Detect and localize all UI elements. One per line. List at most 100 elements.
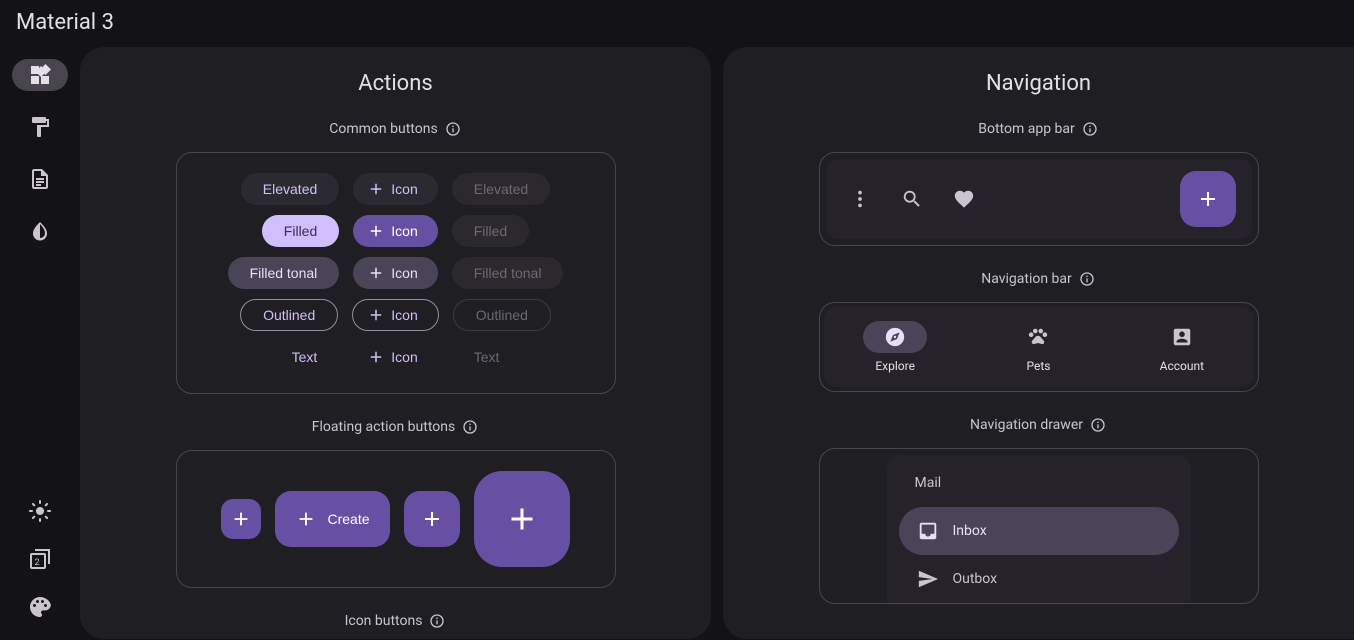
format-paint-icon [28,115,52,139]
info-icon[interactable] [461,418,479,436]
nav-drawer-text: Navigation drawer [970,417,1083,433]
nav-item-account[interactable]: Account [1150,321,1214,373]
info-icon[interactable] [1081,120,1099,138]
text-icon-button[interactable]: Icon [353,341,437,373]
search-icon[interactable] [894,181,930,217]
drawer-item-label: Inbox [953,523,987,539]
filter-2-icon: 2 [28,547,52,571]
info-icon[interactable] [444,120,462,138]
palette-icon [28,595,52,619]
more-vert-icon[interactable] [842,181,878,217]
fab-medium[interactable] [404,491,460,547]
nav-item-label: Pets [1026,359,1050,373]
elevated-button[interactable]: Elevated [241,173,339,205]
plus-icon [504,501,540,537]
drawer-item-outbox[interactable]: Outbox [899,555,1179,603]
nav-item-label: Explore [875,359,915,373]
plus-icon [1196,187,1220,211]
bottom-app-bar-card [819,152,1259,246]
fab-small[interactable] [221,499,261,539]
nav-item-explore[interactable]: Explore [863,321,927,373]
sidebar-item-palette[interactable] [12,591,68,623]
svg-text:2: 2 [35,558,40,568]
filled-icon-label: Icon [391,223,417,239]
pets-icon [1027,326,1049,348]
outlined-icon-button[interactable]: Icon [352,299,438,331]
sidebar-item-components[interactable] [12,59,68,91]
outlined-disabled-button: Outlined [453,299,551,331]
text-icon-label: Icon [391,349,417,365]
app-title: Material 3 [0,0,1354,35]
favorite-icon[interactable] [946,181,982,217]
tonal-icon-label: Icon [391,265,417,281]
bottom-app-bar-text: Bottom app bar [978,121,1075,137]
panel-actions: Actions Common buttons Elevated Icon Ele… [80,47,711,639]
section-bottom-app-bar-label: Bottom app bar [747,120,1330,138]
plus-icon [230,508,252,530]
text-disabled-button: Text [452,341,522,373]
invert-colors-icon [28,219,52,243]
panel-title-actions: Actions [104,71,687,96]
fab-extended[interactable]: Create [275,491,389,547]
elevated-disabled-button: Elevated [452,173,550,205]
outlined-button[interactable]: Outlined [240,299,338,331]
nav-bar-card: Explore Pets Account [819,302,1259,392]
section-nav-drawer-label: Navigation drawer [747,416,1330,434]
explore-icon [884,326,906,348]
sidebar-item-m2[interactable]: 2 [12,543,68,575]
elevated-icon-label: Icon [391,181,417,197]
plus-icon [367,348,385,366]
nav-drawer-card: Mail Inbox Outbox [819,448,1259,604]
plus-icon [367,264,385,282]
nav-bar-text: Navigation bar [981,271,1072,287]
common-buttons-text: Common buttons [329,121,437,137]
common-buttons-card: Elevated Icon Elevated Filled Icon Fille… [176,152,616,394]
section-icon-buttons-label: Icon buttons [104,612,687,630]
navigation-bar: Explore Pets Account [824,307,1254,387]
sidebar-item-typography[interactable] [12,111,68,143]
info-icon[interactable] [428,612,446,630]
inbox-icon [917,520,939,542]
section-common-buttons-label: Common buttons [104,120,687,138]
filled-icon-button[interactable]: Icon [353,215,437,247]
plus-icon [367,222,385,240]
sidebar-item-brightness[interactable] [12,495,68,527]
sidebar-item-contrast[interactable] [12,215,68,247]
drawer-heading: Mail [899,475,1179,507]
icon-buttons-text: Icon buttons [345,613,423,629]
sidebar: 2 [0,35,80,639]
send-icon [917,568,939,590]
fab-extended-label: Create [327,511,369,527]
plus-icon [420,507,444,531]
tonal-button[interactable]: Filled tonal [228,257,340,289]
panel-navigation: Navigation Bottom app bar Navigation bar [723,47,1354,639]
elevated-icon-button[interactable]: Icon [353,173,437,205]
tonal-disabled-button: Filled tonal [452,257,564,289]
text-snippet-icon [28,167,52,191]
outlined-icon-label: Icon [391,307,417,323]
sidebar-item-docs[interactable] [12,163,68,195]
plus-icon [295,508,317,530]
filled-disabled-button: Filled [452,215,529,247]
section-fab-label: Floating action buttons [104,418,687,436]
fab-large[interactable] [474,471,570,567]
account-box-icon [1171,326,1193,348]
panel-title-navigation: Navigation [747,71,1330,96]
drawer-item-inbox[interactable]: Inbox [899,507,1179,555]
info-icon[interactable] [1078,270,1096,288]
drawer-item-label: Outbox [953,571,998,587]
section-nav-bar-label: Navigation bar [747,270,1330,288]
nav-item-label: Account [1160,359,1204,373]
info-icon[interactable] [1089,416,1107,434]
bottom-app-bar [826,159,1252,239]
widgets-icon [28,63,52,87]
text-button[interactable]: Text [270,341,340,373]
light-mode-icon [28,499,52,523]
nav-item-pets[interactable]: Pets [1006,321,1070,373]
fab-card: Create [176,450,616,588]
tonal-icon-button[interactable]: Icon [353,257,437,289]
filled-button[interactable]: Filled [262,215,339,247]
plus-icon [367,180,385,198]
plus-icon [367,306,385,324]
bottom-app-bar-fab[interactable] [1180,171,1236,227]
